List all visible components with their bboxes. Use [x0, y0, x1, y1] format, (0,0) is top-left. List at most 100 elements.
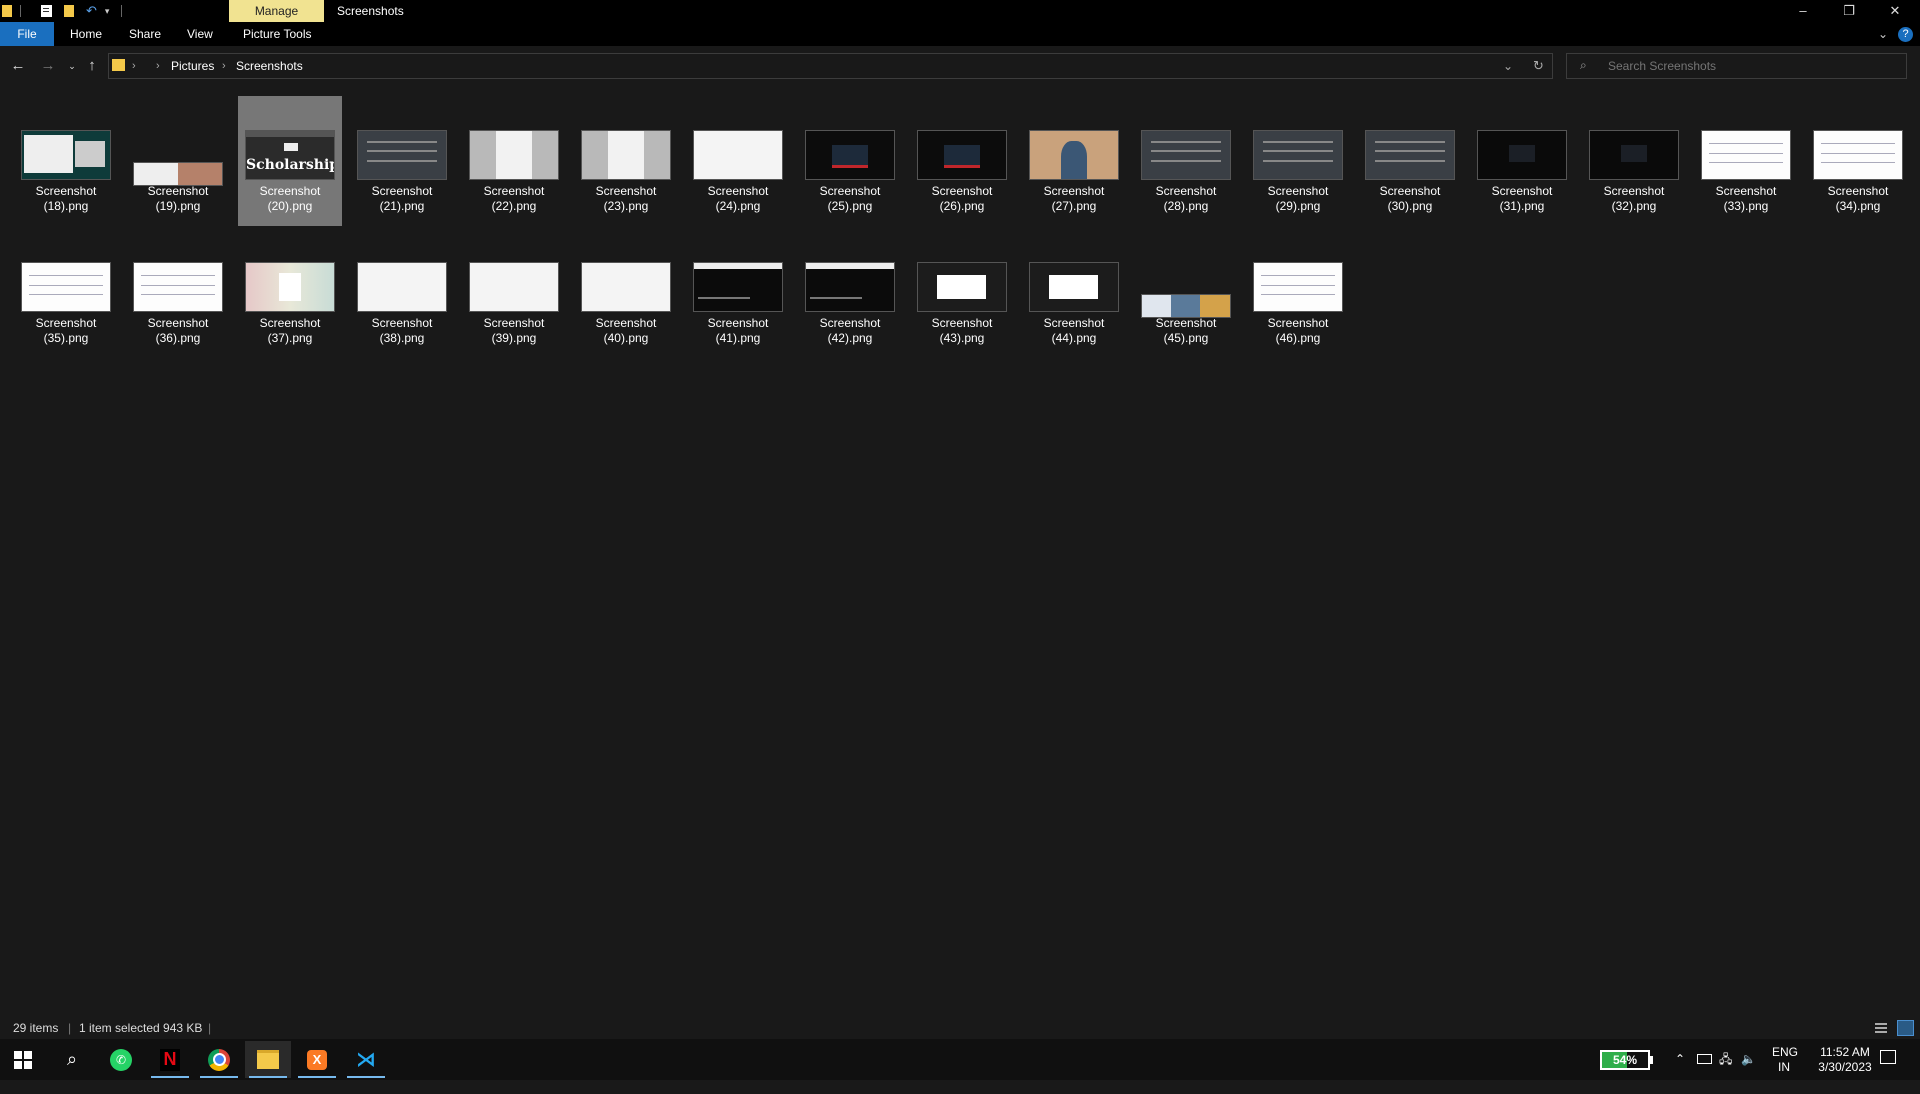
file-item[interactable]: Screenshot (29).png: [1246, 96, 1350, 226]
file-item[interactable]: Scholarship Screenshot (20).png: [238, 96, 342, 226]
file-item[interactable]: Screenshot (31).png: [1470, 96, 1574, 226]
help-icon[interactable]: ?: [1898, 27, 1913, 42]
thumbnail-text: Scholarship: [246, 157, 335, 173]
status-bar: 29 items | 1 item selected 943 KB |: [0, 1017, 1920, 1039]
tab-home[interactable]: Home: [57, 22, 115, 46]
running-indicator: [249, 1076, 287, 1078]
close-button[interactable]: ✕: [1872, 0, 1918, 22]
address-dropdown-icon[interactable]: ⌄: [1503, 53, 1513, 79]
properties-icon[interactable]: [41, 5, 52, 17]
search-icon: ⌕: [1580, 58, 1587, 72]
file-name: Screenshot (36).png: [147, 316, 209, 345]
file-item[interactable]: Screenshot (19).png: [126, 96, 230, 226]
chrome-icon[interactable]: [196, 1041, 242, 1078]
file-item[interactable]: Screenshot (45).png: [1134, 228, 1238, 358]
file-item[interactable]: Screenshot (26).png: [910, 96, 1014, 226]
file-thumbnail: [581, 130, 671, 180]
file-explorer-icon[interactable]: [245, 1041, 291, 1078]
file-thumbnail: [805, 262, 895, 312]
netflix-icon[interactable]: N: [147, 1041, 193, 1078]
file-thumbnail: [133, 162, 223, 186]
file-thumbnail: [805, 130, 895, 180]
file-thumbnail: [1141, 294, 1231, 318]
file-name: Screenshot (19).png: [147, 184, 209, 213]
file-name: Screenshot (46).png: [1267, 316, 1329, 345]
battery-tray-icon[interactable]: [1697, 1053, 1712, 1094]
file-name: Screenshot (31).png: [1491, 184, 1553, 213]
recent-locations-icon[interactable]: ⌄: [62, 56, 82, 76]
language-code: ENG: [1772, 1045, 1799, 1059]
file-name: Screenshot (28).png: [1155, 184, 1217, 213]
tab-manage[interactable]: Manage: [229, 0, 324, 22]
file-item[interactable]: Screenshot (38).png: [350, 228, 454, 358]
refresh-icon[interactable]: ↻: [1533, 53, 1544, 79]
up-arrow-icon[interactable]: ↑: [82, 56, 102, 76]
breadcrumb-screenshots[interactable]: Screenshots: [236, 53, 303, 79]
address-bar[interactable]: [108, 53, 1553, 79]
file-name: Screenshot (37).png: [259, 316, 321, 345]
file-item[interactable]: Screenshot (27).png: [1022, 96, 1126, 226]
file-thumbnail: [1029, 262, 1119, 312]
clock-date: 3/30/2023: [1818, 1060, 1872, 1074]
forward-arrow-icon[interactable]: →: [38, 56, 58, 76]
breadcrumb-pictures[interactable]: Pictures: [171, 53, 214, 79]
whatsapp-icon[interactable]: ✆: [98, 1041, 144, 1078]
details-view-icon[interactable]: [1875, 1022, 1887, 1034]
file-item[interactable]: Screenshot (42).png: [798, 228, 902, 358]
file-item[interactable]: Screenshot (43).png: [910, 228, 1014, 358]
minimize-button[interactable]: –: [1780, 0, 1826, 22]
tab-view[interactable]: View: [174, 22, 226, 46]
volume-icon[interactable]: 🔈: [1741, 1052, 1756, 1093]
chevron-right-icon[interactable]: ›: [222, 53, 226, 79]
file-thumbnail: [21, 130, 111, 180]
vscode-icon[interactable]: ⋊: [343, 1041, 389, 1078]
file-item[interactable]: Screenshot (25).png: [798, 96, 902, 226]
file-item[interactable]: Screenshot (24).png: [686, 96, 790, 226]
file-item[interactable]: Screenshot (33).png: [1694, 96, 1798, 226]
undo-icon[interactable]: ↶: [86, 3, 97, 19]
file-item[interactable]: Screenshot (44).png: [1022, 228, 1126, 358]
tab-picture-tools[interactable]: Picture Tools: [230, 22, 324, 46]
file-name: Screenshot (29).png: [1267, 184, 1329, 213]
file-item[interactable]: Screenshot (32).png: [1582, 96, 1686, 226]
search-icon[interactable]: ⌕: [49, 1041, 95, 1078]
tab-share[interactable]: Share: [116, 22, 174, 46]
file-item[interactable]: Screenshot (46).png: [1246, 228, 1350, 358]
running-indicator: [347, 1076, 385, 1078]
file-item[interactable]: Screenshot (22).png: [462, 96, 566, 226]
running-indicator: [151, 1076, 189, 1078]
file-item[interactable]: Screenshot (28).png: [1134, 96, 1238, 226]
chevron-right-icon[interactable]: ›: [132, 53, 136, 79]
file-item[interactable]: Screenshot (30).png: [1358, 96, 1462, 226]
file-item[interactable]: Screenshot (37).png: [238, 228, 342, 358]
file-item[interactable]: Screenshot (40).png: [574, 228, 678, 358]
search-input[interactable]: [1606, 53, 1900, 79]
battery-indicator[interactable]: 54%: [1600, 1050, 1650, 1070]
file-item[interactable]: Screenshot (21).png: [350, 96, 454, 226]
file-item[interactable]: Screenshot (36).png: [126, 228, 230, 358]
file-item[interactable]: Screenshot (34).png: [1806, 96, 1910, 226]
large-icons-view-icon[interactable]: [1897, 1020, 1914, 1036]
restore-button[interactable]: ❐: [1826, 0, 1872, 22]
folder-icon: [112, 59, 125, 71]
chevron-down-icon[interactable]: ▾: [105, 6, 110, 17]
back-arrow-icon[interactable]: ←: [8, 56, 28, 76]
show-hidden-icons-icon[interactable]: ⌃: [1675, 1052, 1685, 1093]
file-item[interactable]: Screenshot (18).png: [14, 96, 118, 226]
windows-start-icon[interactable]: [0, 1041, 46, 1078]
file-thumbnail: [1813, 130, 1903, 180]
expand-ribbon-icon[interactable]: ⌄: [1878, 22, 1888, 46]
file-item[interactable]: Screenshot (23).png: [574, 96, 678, 226]
file-item[interactable]: Screenshot (35).png: [14, 228, 118, 358]
file-name: Screenshot (18).png: [35, 184, 97, 213]
notifications-icon[interactable]: [1880, 1050, 1896, 1091]
file-thumbnail: [693, 262, 783, 312]
folder-icon[interactable]: [2, 5, 12, 17]
running-indicator: [298, 1076, 336, 1078]
network-icon[interactable]: 🖧: [1719, 1052, 1732, 1093]
file-item[interactable]: Screenshot (41).png: [686, 228, 790, 358]
tab-file[interactable]: File: [0, 22, 54, 46]
new-folder-icon[interactable]: [64, 5, 74, 17]
file-item[interactable]: Screenshot (39).png: [462, 228, 566, 358]
xampp-icon[interactable]: X: [294, 1041, 340, 1078]
